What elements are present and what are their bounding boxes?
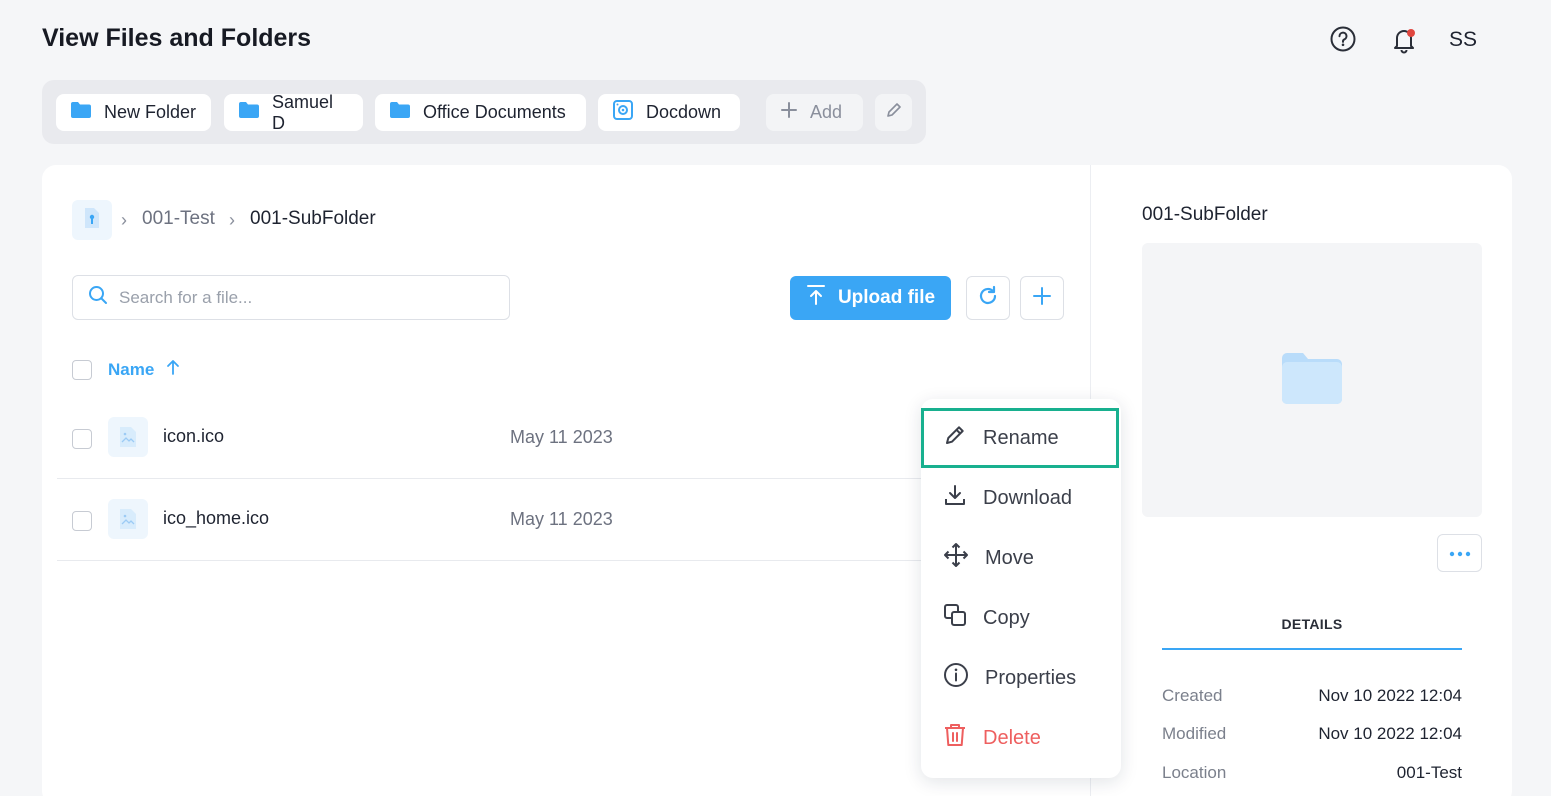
quick-folder-samuel-d[interactable]: Samuel D <box>224 91 363 133</box>
copy-icon <box>943 603 967 633</box>
breadcrumb-item-current[interactable]: 001-SubFolder <box>250 208 376 230</box>
folder-icon <box>70 101 92 124</box>
pencil-icon <box>943 423 967 453</box>
menu-item-label: Move <box>985 546 1034 569</box>
add-quick-folder-button[interactable]: Add <box>766 94 863 131</box>
pencil-icon <box>885 101 903 124</box>
detail-label-created: Created <box>1162 686 1223 705</box>
quick-folder-docdown[interactable]: Docdown <box>598 94 740 131</box>
file-name[interactable]: ico_home.ico <box>163 508 269 529</box>
upload-icon <box>806 284 826 312</box>
menu-item-label: Copy <box>983 606 1030 629</box>
details-folder-title: 001-SubFolder <box>1142 204 1268 225</box>
refresh-icon <box>977 285 999 312</box>
menu-item-label: Delete <box>983 726 1041 749</box>
help-circle-icon[interactable] <box>1328 24 1358 54</box>
menu-item-copy[interactable]: Copy <box>921 588 1121 648</box>
tab-details[interactable]: DETAILS <box>1162 600 1462 650</box>
plus-icon <box>1031 285 1053 312</box>
detail-value-modified: Nov 10 2022 12:04 <box>1318 724 1462 743</box>
select-all-checkbox[interactable] <box>72 360 92 380</box>
root-drive-icon <box>83 207 101 234</box>
column-header-name[interactable]: Name <box>108 359 180 380</box>
file-date: May 11 2023 <box>510 509 613 529</box>
edit-quick-access-button[interactable] <box>875 94 912 131</box>
search-box[interactable] <box>72 275 510 320</box>
folder-preview <box>1142 243 1482 517</box>
folder-icon <box>238 101 260 124</box>
menu-item-rename[interactable]: Rename <box>921 408 1119 468</box>
download-icon <box>943 483 967 513</box>
image-file-icon <box>108 417 148 457</box>
detail-value-location: 001-Test <box>1396 763 1462 782</box>
name-header-label: Name <box>108 359 155 379</box>
avatar[interactable]: SS <box>1441 26 1485 54</box>
menu-item-label: Rename <box>983 426 1059 449</box>
menu-item-label: Properties <box>985 666 1077 689</box>
quick-folder-label: New Folder <box>104 102 197 122</box>
ellipsis-icon <box>1449 544 1471 562</box>
folder-icon <box>1281 351 1343 410</box>
chevron-right-icon: › <box>229 210 235 230</box>
quick-folder-label: Docdown <box>646 102 722 122</box>
quick-folder-label: Samuel D <box>272 91 334 133</box>
breadcrumb-root-button[interactable] <box>72 200 112 240</box>
upload-file-button[interactable]: Upload file <box>790 276 951 320</box>
arrow-up-icon <box>166 359 180 380</box>
refresh-button[interactable] <box>966 276 1010 320</box>
menu-item-delete[interactable]: Delete <box>921 708 1121 768</box>
file-date: May 11 2023 <box>510 427 613 447</box>
menu-item-download[interactable]: Download <box>921 468 1121 528</box>
notification-dot <box>1407 29 1415 37</box>
quick-folder-office-documents[interactable]: Office Documents <box>375 94 586 131</box>
menu-item-label: Download <box>983 486 1072 509</box>
detail-label-modified: Modified <box>1162 724 1227 743</box>
menu-item-properties[interactable]: Properties <box>921 648 1121 708</box>
menu-item-move[interactable]: Move <box>921 528 1121 588</box>
more-options-button[interactable] <box>1437 534 1482 572</box>
info-icon <box>943 662 969 694</box>
image-file-icon <box>108 499 148 539</box>
add-label: Add <box>810 102 843 122</box>
drive-icon <box>612 99 634 126</box>
chevron-right-icon: › <box>121 210 127 230</box>
create-new-button[interactable] <box>1020 276 1064 320</box>
folder-icon <box>389 101 411 124</box>
detail-label-location: Location <box>1162 763 1227 782</box>
search-input[interactable] <box>119 287 479 308</box>
bell-icon[interactable] <box>1388 24 1420 56</box>
upload-label: Upload file <box>837 287 936 308</box>
file-name[interactable]: icon.ico <box>163 426 224 447</box>
search-icon <box>87 284 109 311</box>
detail-value-created: Nov 10 2022 12:04 <box>1318 686 1462 705</box>
move-icon <box>943 542 969 574</box>
page-title: View Files and Folders <box>42 24 312 52</box>
breadcrumb-item-001-test[interactable]: 001-Test <box>142 208 215 230</box>
quick-folder-label: Office Documents <box>423 102 566 122</box>
row-checkbox[interactable] <box>72 511 92 531</box>
plus-icon <box>780 101 798 124</box>
trash-icon <box>943 722 967 754</box>
quick-folder-new-folder[interactable]: New Folder <box>56 94 211 131</box>
row-checkbox[interactable] <box>72 429 92 449</box>
